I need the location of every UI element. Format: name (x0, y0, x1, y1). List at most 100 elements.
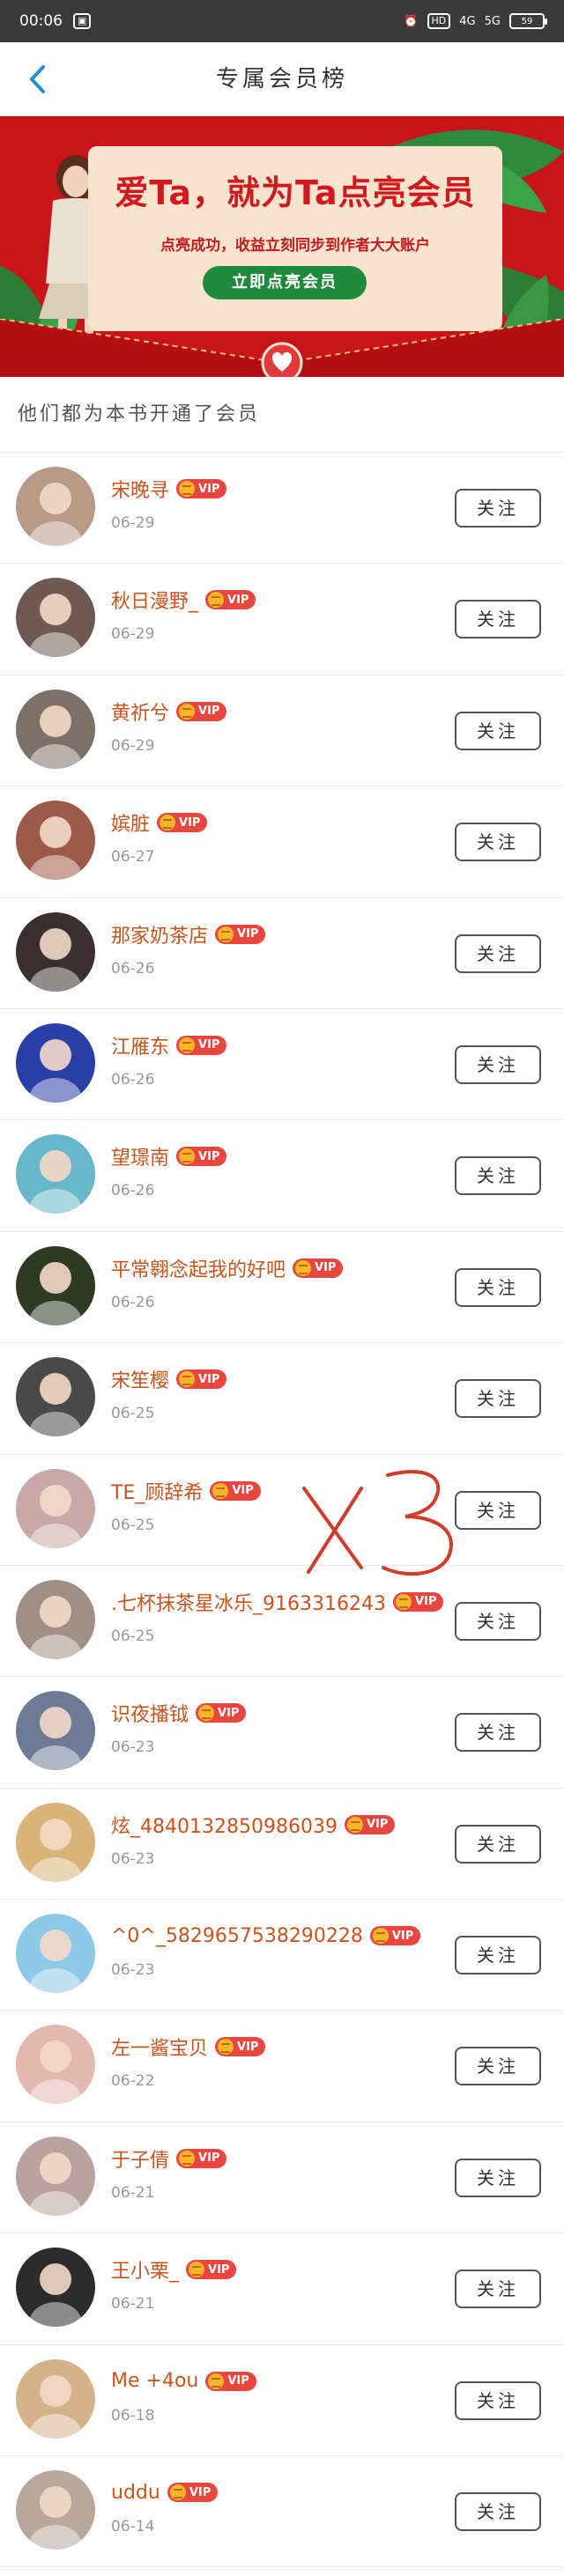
follow-button[interactable]: 关注 (455, 2380, 541, 2420)
member-name[interactable]: 秋日漫野_ (111, 586, 198, 614)
avatar[interactable] (16, 1691, 95, 1771)
member-name[interactable]: 宋笙樱 (111, 1365, 169, 1393)
section-header: 他们都为本书开通了会员 (0, 377, 564, 453)
vip-label: VIP (208, 2262, 230, 2277)
member-row[interactable]: 于子倩 VIP 06-21 关注 (0, 2122, 564, 2234)
avatar[interactable] (16, 1579, 95, 1659)
crown-icon (160, 815, 176, 831)
member-row[interactable]: .七杯抹茶星冰乐_9163316243 VIP 06-25 关注 (0, 1566, 564, 1678)
avatar[interactable] (16, 1022, 95, 1103)
follow-button[interactable]: 关注 (455, 1379, 541, 1419)
follow-button[interactable]: 关注 (455, 823, 541, 862)
avatar-image (16, 1245, 95, 1325)
avatar[interactable] (16, 1914, 95, 1994)
follow-button[interactable]: 关注 (455, 934, 541, 973)
vip-badge: VIP (344, 1814, 396, 1834)
member-name[interactable]: 王小栗_ (111, 2255, 179, 2284)
member-name[interactable]: 黄祈兮 (111, 698, 169, 726)
member-name[interactable]: 那家奶茶店 (111, 920, 208, 948)
avatar[interactable] (16, 2470, 95, 2550)
crown-icon (179, 1037, 196, 1053)
follow-button[interactable]: 关注 (455, 1156, 541, 1196)
member-row[interactable]: 识夜播钺 VIP 06-23 关注 (0, 1677, 564, 1789)
vip-label: VIP (366, 1818, 389, 1832)
member-row[interactable]: 王小栗_ VIP 06-21 关注 (0, 2233, 564, 2345)
follow-button[interactable]: 关注 (455, 1713, 541, 1753)
member-name[interactable]: 左一酱宝贝 (111, 2033, 208, 2061)
member-row[interactable]: Me +4ou VIP 06-18 关注 (0, 2345, 564, 2457)
member-name[interactable]: 识夜播钺 (111, 1699, 189, 1727)
name-line: 嫔脏 VIP (111, 808, 208, 838)
member-row[interactable]: 秋日漫野_ VIP 06-29 关注 (0, 564, 564, 675)
member-date: 06-27 (111, 848, 155, 867)
promo-banner[interactable]: 爱Ta，就为Ta点亮会员 点亮成功，收益立刻同步到作者大大账户 立即点亮会员 (0, 116, 564, 377)
member-date: 06-23 (111, 1849, 155, 1868)
member-name[interactable]: 于子倩 (111, 2144, 169, 2173)
avatar[interactable] (16, 2136, 95, 2216)
follow-button[interactable]: 关注 (455, 1936, 541, 1975)
avatar[interactable] (16, 2025, 95, 2105)
member-row[interactable]: 黄祈兮 VIP 06-29 关注 (0, 675, 564, 787)
member-row[interactable]: 左一酱宝贝 VIP 06-22 关注 (0, 2011, 564, 2122)
member-row[interactable]: 平常翱念起我的好吧 VIP 06-26 关注 (0, 1232, 564, 1344)
vip-label: VIP (414, 1595, 437, 1609)
avatar-image (16, 1802, 95, 1882)
vip-badge: VIP (186, 2260, 237, 2280)
avatar[interactable] (16, 801, 95, 881)
activate-vip-button[interactable]: 立即点亮会员 (203, 266, 367, 299)
member-name[interactable]: 宋晚寻 (111, 475, 169, 503)
member-name[interactable]: .七杯抹茶星冰乐_9163316243 (111, 1588, 386, 1616)
member-name[interactable]: 炫_4840132850986039 (111, 1811, 338, 1839)
avatar[interactable] (16, 578, 95, 658)
signal-5g: 5G (484, 14, 501, 28)
avatar-image (16, 1357, 95, 1437)
avatar[interactable] (16, 689, 95, 769)
member-row[interactable]: 宋笙樱 VIP 06-25 关注 (0, 1343, 564, 1455)
follow-button[interactable]: 关注 (455, 2158, 541, 2197)
member-name[interactable]: 嫔脏 (111, 808, 150, 837)
name-line: 黄祈兮 VIP (111, 697, 227, 727)
follow-button[interactable]: 关注 (455, 2047, 541, 2086)
vip-label: VIP (179, 816, 201, 830)
avatar[interactable] (16, 912, 95, 992)
follow-button[interactable]: 关注 (455, 600, 541, 639)
member-row[interactable]: 望璟南 VIP 06-26 关注 (0, 1120, 564, 1232)
follow-button[interactable]: 关注 (455, 489, 541, 528)
follow-button[interactable]: 关注 (455, 1490, 541, 1530)
follow-button[interactable]: 关注 (455, 1824, 541, 1864)
avatar[interactable] (16, 467, 95, 546)
avatar[interactable] (16, 2358, 95, 2439)
follow-button[interactable]: 关注 (455, 1044, 541, 1084)
follow-button[interactable]: 关注 (455, 711, 541, 750)
member-row[interactable]: 宋晚寻 VIP 06-29 关注 (0, 453, 564, 565)
member-date: 06-21 (111, 2183, 155, 2202)
avatar[interactable] (16, 1357, 95, 1437)
follow-button[interactable]: 关注 (455, 1601, 541, 1641)
avatar[interactable] (16, 1134, 95, 1214)
avatar-image (16, 2470, 95, 2550)
follow-button[interactable]: 关注 (455, 1267, 541, 1307)
member-row[interactable]: ^0^_5829657538290228 VIP 06-23 关注 (0, 1900, 564, 2011)
follow-button[interactable]: 关注 (455, 2270, 541, 2309)
member-row[interactable]: TE_顾辞希 VIP 06-25 关注 (0, 1455, 564, 1566)
member-name[interactable]: uddu (111, 2482, 160, 2504)
name-line: 王小栗_ VIP (111, 2255, 237, 2284)
member-name[interactable]: Me +4ou (111, 2370, 198, 2392)
member-name[interactable]: 江雁东 (111, 1031, 169, 1059)
member-name[interactable]: TE_顾辞希 (111, 1477, 203, 1505)
avatar[interactable] (16, 1468, 95, 1548)
member-row[interactable]: uddu VIP 06-14 关注 (0, 2456, 564, 2568)
member-row[interactable]: 炫_4840132850986039 VIP 06-23 关注 (0, 1789, 564, 1901)
member-row[interactable]: 江雁东 VIP 06-26 关注 (0, 1009, 564, 1121)
follow-button[interactable]: 关注 (455, 2492, 541, 2532)
member-name[interactable]: 望璟南 (111, 1142, 169, 1170)
member-row[interactable]: 那家奶茶店 VIP 06-26 关注 (0, 898, 564, 1009)
vip-badge: VIP (215, 924, 266, 944)
avatar-image (16, 1914, 95, 1994)
member-name[interactable]: 平常翱念起我的好吧 (111, 1254, 286, 1282)
avatar[interactable] (16, 1245, 95, 1325)
avatar[interactable] (16, 1802, 95, 1882)
avatar[interactable] (16, 2248, 95, 2328)
member-name[interactable]: ^0^_5829657538290228 (111, 1925, 363, 1947)
member-row[interactable]: 嫔脏 VIP 06-27 关注 (0, 786, 564, 898)
